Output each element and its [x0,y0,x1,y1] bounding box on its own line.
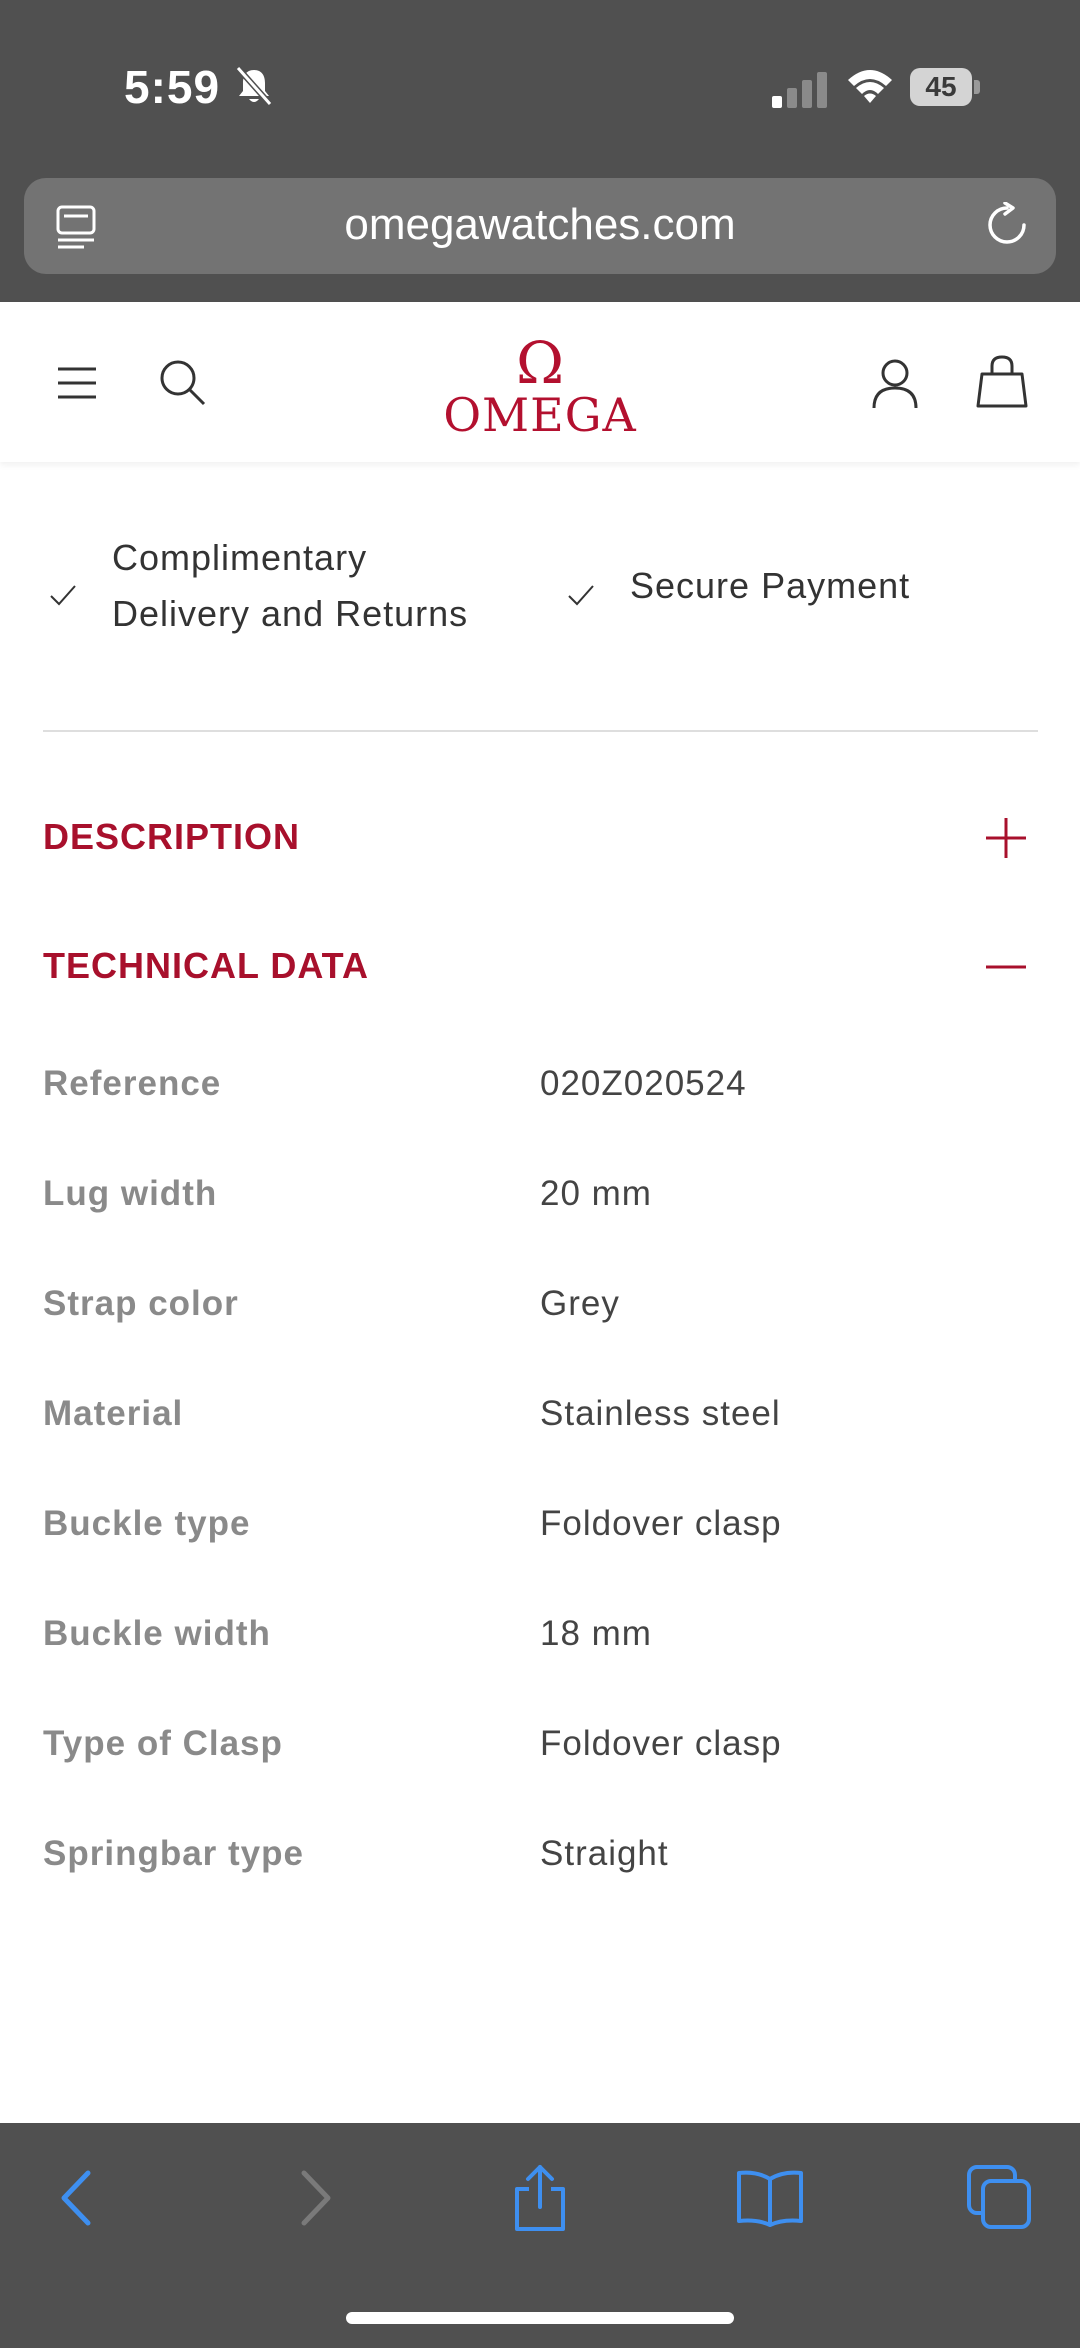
spec-label: Strap color [43,1284,239,1323]
omega-logo[interactable]: Ω OMEGA [440,332,640,442]
forward-icon[interactable] [278,2163,348,2233]
description-header[interactable]: DESCRIPTION [43,816,300,858]
battery-level: 45 [910,68,972,106]
account-icon[interactable] [870,358,920,410]
reload-icon[interactable] [984,202,1030,248]
share-icon[interactable] [505,2163,575,2233]
benefit-delivery-line2: Delivery and Returns [112,593,469,634]
silent-bell-icon [235,66,273,106]
spec-label: Buckle width [43,1614,271,1653]
status-time: 5:59 [124,61,221,113]
site-header: Ω OMEGA [0,302,1080,462]
spec-value: 18 mm [540,1614,652,1653]
divider [43,730,1038,732]
url-text[interactable]: omegawatches.com [24,200,1056,250]
spec-label: Reference [43,1064,222,1103]
spec-value: Foldover clasp [540,1724,782,1763]
minus-icon[interactable] [984,945,1028,989]
address-bar[interactable]: omegawatches.com [24,178,1056,274]
tabs-icon[interactable] [965,2163,1035,2233]
back-icon[interactable] [44,2163,114,2233]
check-icon [50,585,76,606]
menu-icon[interactable] [56,366,98,400]
spec-label: Springbar type [43,1834,304,1873]
benefit-delivery: Complimentary Delivery and Returns [112,530,468,642]
bookmarks-icon[interactable] [735,2163,805,2233]
spec-value: Straight [540,1834,669,1873]
spec-label: Type of Clasp [43,1724,283,1763]
benefit-secure-payment: Secure Payment [630,565,911,606]
brand-name: OMEGA [443,388,637,442]
spec-value: 20 mm [540,1174,652,1213]
wifi-icon [848,70,892,103]
browser-address-area: omegawatches.com [0,170,1080,302]
omega-symbol: Ω [515,329,565,397]
check-icon [568,585,594,606]
search-icon[interactable] [158,358,208,408]
shopping-bag-icon[interactable] [976,354,1028,410]
spec-label: Buckle type [43,1504,251,1543]
spec-label: Lug width [43,1174,218,1213]
technical-data-header[interactable]: TECHNICAL DATA [43,945,369,987]
spec-value: Foldover clasp [540,1504,782,1543]
battery-icon: 45 [910,68,982,106]
spec-value: Grey [540,1284,620,1323]
cellular-signal-icon [772,72,827,108]
spec-value: Stainless steel [540,1394,781,1433]
spec-value: 020Z020524 [540,1064,747,1103]
plus-icon[interactable] [984,816,1028,860]
benefits-row: Complimentary Delivery and Returns Secur… [0,530,1080,670]
home-indicator[interactable] [346,2312,734,2324]
spec-label: Material [43,1394,184,1433]
benefit-delivery-line1: Complimentary [112,537,368,578]
status-bar: 5:59 45 [0,0,1080,170]
